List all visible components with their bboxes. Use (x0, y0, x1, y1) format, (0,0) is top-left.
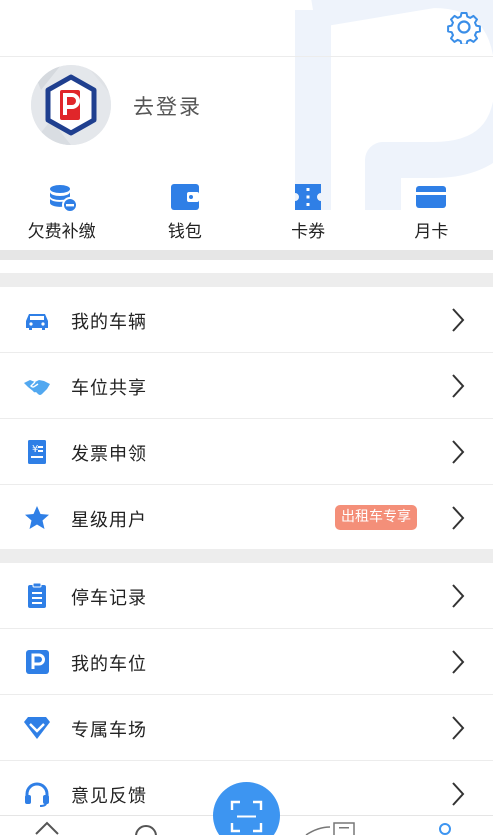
parking-icon (26, 650, 49, 674)
svg-text:¥: ¥ (32, 444, 38, 455)
handshake-icon (24, 380, 50, 395)
home-icon[interactable] (34, 820, 60, 835)
coins-icon (49, 185, 78, 213)
chevron-right-icon (452, 506, 465, 530)
quick-action-label: 月卡 (414, 222, 449, 242)
car-icon (26, 314, 48, 330)
chevron-right-icon (452, 440, 465, 464)
chevron-right-icon (452, 308, 465, 332)
quick-action-coupons[interactable]: 卡券 (247, 177, 370, 247)
clipboard-icon (28, 583, 46, 608)
avatar[interactable] (31, 65, 111, 145)
menu-item-label: 车位共享 (71, 378, 147, 399)
menu-item-label: 我的车位 (71, 654, 147, 675)
invoice-icon: ¥ (28, 440, 46, 464)
quick-action-label: 欠费补缴 (27, 222, 96, 242)
diamond-icon (24, 717, 50, 739)
menu-item-label: 我的车辆 (71, 312, 147, 333)
menu-item-label: 专属车场 (71, 720, 147, 741)
menu-item-my-space[interactable]: 我的车位 (0, 629, 493, 695)
quick-action-wallet[interactable]: 钱包 (123, 177, 246, 247)
menu-item-label: 意见反馈 (71, 786, 147, 807)
divider (0, 250, 493, 260)
wallet-icon (170, 184, 199, 210)
chevron-right-icon (452, 782, 465, 806)
profile-section[interactable]: 去登录 (0, 57, 493, 167)
ticket-icon (295, 184, 322, 210)
menu-item-label: 发票申领 (71, 444, 147, 465)
divider (0, 549, 493, 563)
quick-action-monthly-card[interactable]: 月卡 (370, 177, 493, 247)
card-icon (416, 186, 447, 208)
divider (0, 273, 493, 287)
top-bar (0, 0, 493, 57)
chevron-right-icon (452, 374, 465, 398)
menu-item-my-vehicles[interactable]: 我的车辆 (0, 287, 493, 353)
chevron-right-icon (452, 584, 465, 608)
chevron-right-icon (452, 716, 465, 740)
taxi-exclusive-badge: 出租车专享 (335, 505, 417, 530)
star-icon (25, 506, 49, 529)
gear-icon[interactable] (447, 10, 481, 44)
quick-actions: 欠费补缴 钱包 卡券 月卡 (0, 177, 493, 247)
menu-item-parking-records[interactable]: 停车记录 (0, 563, 493, 629)
menu-item-invoice[interactable]: ¥ 发票申领 (0, 419, 493, 485)
search-icon[interactable] (133, 821, 159, 835)
user-icon[interactable] (434, 822, 456, 835)
menu-item-label: 停车记录 (71, 588, 147, 609)
parking-logo-icon (31, 65, 111, 145)
quick-action-arrears[interactable]: 欠费补缴 (0, 177, 123, 247)
login-link[interactable]: 去登录 (133, 91, 202, 121)
car-service-icon[interactable] (304, 821, 360, 835)
menu-item-star-user[interactable]: 星级用户 出租车专享 (0, 485, 493, 551)
menu-item-label: 星级用户 (71, 510, 147, 531)
quick-action-label: 钱包 (167, 222, 202, 242)
quick-action-label: 卡券 (291, 222, 326, 242)
chevron-right-icon (452, 650, 465, 674)
scan-icon (230, 800, 263, 833)
menu-item-exclusive-lot[interactable]: 专属车场 (0, 695, 493, 761)
headset-icon (25, 782, 49, 807)
menu-item-space-sharing[interactable]: 车位共享 (0, 353, 493, 419)
